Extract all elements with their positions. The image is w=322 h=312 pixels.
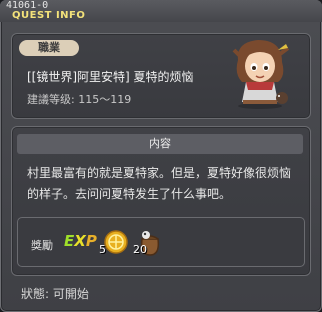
job-tag: 職業 xyxy=(19,40,79,56)
content-header: 内容 xyxy=(17,134,303,154)
npc-portrait-icon xyxy=(232,40,290,109)
item-count: 20 xyxy=(133,243,147,256)
meso-coin-icon[interactable] xyxy=(104,230,128,254)
recommended-level: 建議等级: 115～119 xyxy=(27,93,132,106)
quest-name: [[镜世界]阿里安特] 夏特的烦恼 xyxy=(27,70,194,84)
quest-description: 村里最富有的就是夏特家。但是，夏特好像很烦恼的样子。去问问夏特发生了什么事吧。 xyxy=(27,166,292,201)
rewards-label: 獎勵 xyxy=(31,239,53,252)
window-title: QUEST INFO xyxy=(12,10,86,21)
exp-icon: EXP xyxy=(64,232,97,250)
quest-status: 狀態: 可開始 xyxy=(21,287,89,301)
meso-count: 5 xyxy=(99,243,106,256)
